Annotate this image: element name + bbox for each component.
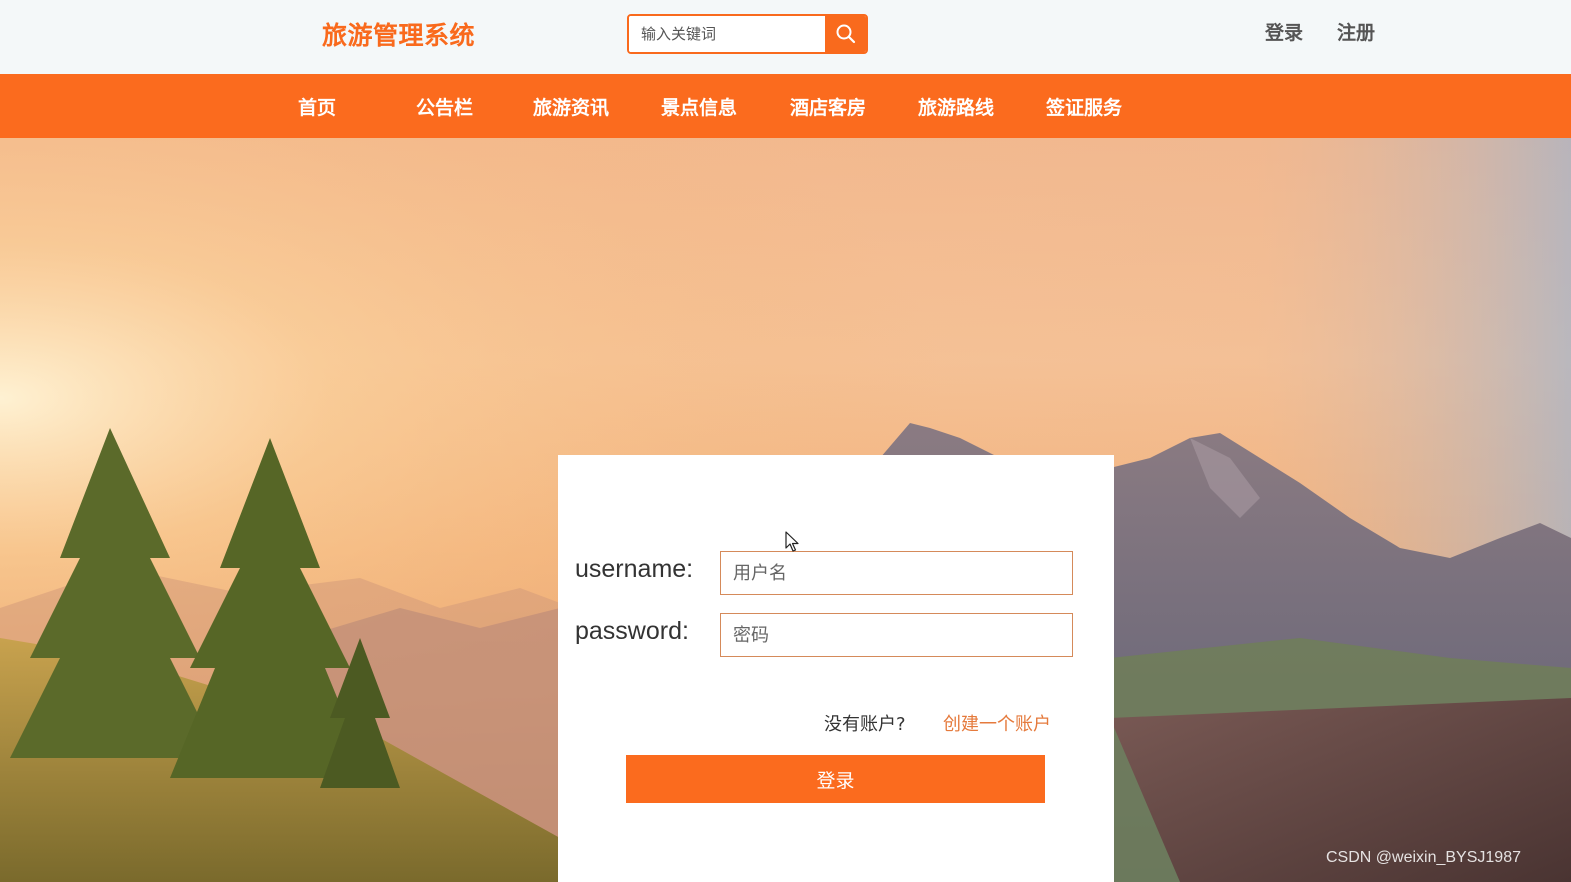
password-label: password: — [575, 617, 689, 645]
nav-item-notice-board[interactable]: 公告栏 — [416, 93, 473, 120]
nav-item-hotel-rooms[interactable]: 酒店客房 — [790, 93, 866, 120]
top-header: 旅游管理系统 登录 注册 — [0, 0, 1571, 74]
login-submit-button[interactable]: 登录 — [626, 755, 1045, 803]
main-nav: 首页 公告栏 旅游资讯 景点信息 酒店客房 旅游路线 签证服务 — [0, 74, 1571, 138]
username-input[interactable] — [720, 551, 1073, 595]
no-account-text: 没有账户? — [824, 714, 906, 735]
username-label: username: — [575, 555, 694, 583]
register-link[interactable]: 注册 — [1337, 18, 1375, 45]
watermark: CSDN @weixin_BYSJ1987 — [1326, 849, 1521, 866]
search-input[interactable] — [629, 16, 828, 52]
password-input[interactable] — [720, 613, 1073, 657]
search-box — [627, 14, 868, 54]
nav-item-attractions[interactable]: 景点信息 — [661, 93, 737, 120]
auth-links: 登录 注册 — [1265, 18, 1375, 45]
nav-item-visa-services[interactable]: 签证服务 — [1046, 93, 1122, 120]
mouse-cursor-icon — [785, 531, 799, 552]
create-account-link[interactable]: 创建一个账户 — [943, 710, 1051, 736]
nav-item-travel-routes[interactable]: 旅游路线 — [918, 93, 994, 120]
nav-item-home[interactable]: 首页 — [298, 93, 336, 120]
login-link[interactable]: 登录 — [1265, 18, 1303, 45]
site-logo[interactable]: 旅游管理系统 — [322, 16, 475, 52]
login-card: username: password: 没有账户? 创建一个账户 登录 — [558, 455, 1114, 882]
nav-item-travel-news[interactable]: 旅游资讯 — [533, 93, 609, 120]
search-button[interactable] — [825, 16, 866, 52]
search-icon — [836, 24, 855, 44]
